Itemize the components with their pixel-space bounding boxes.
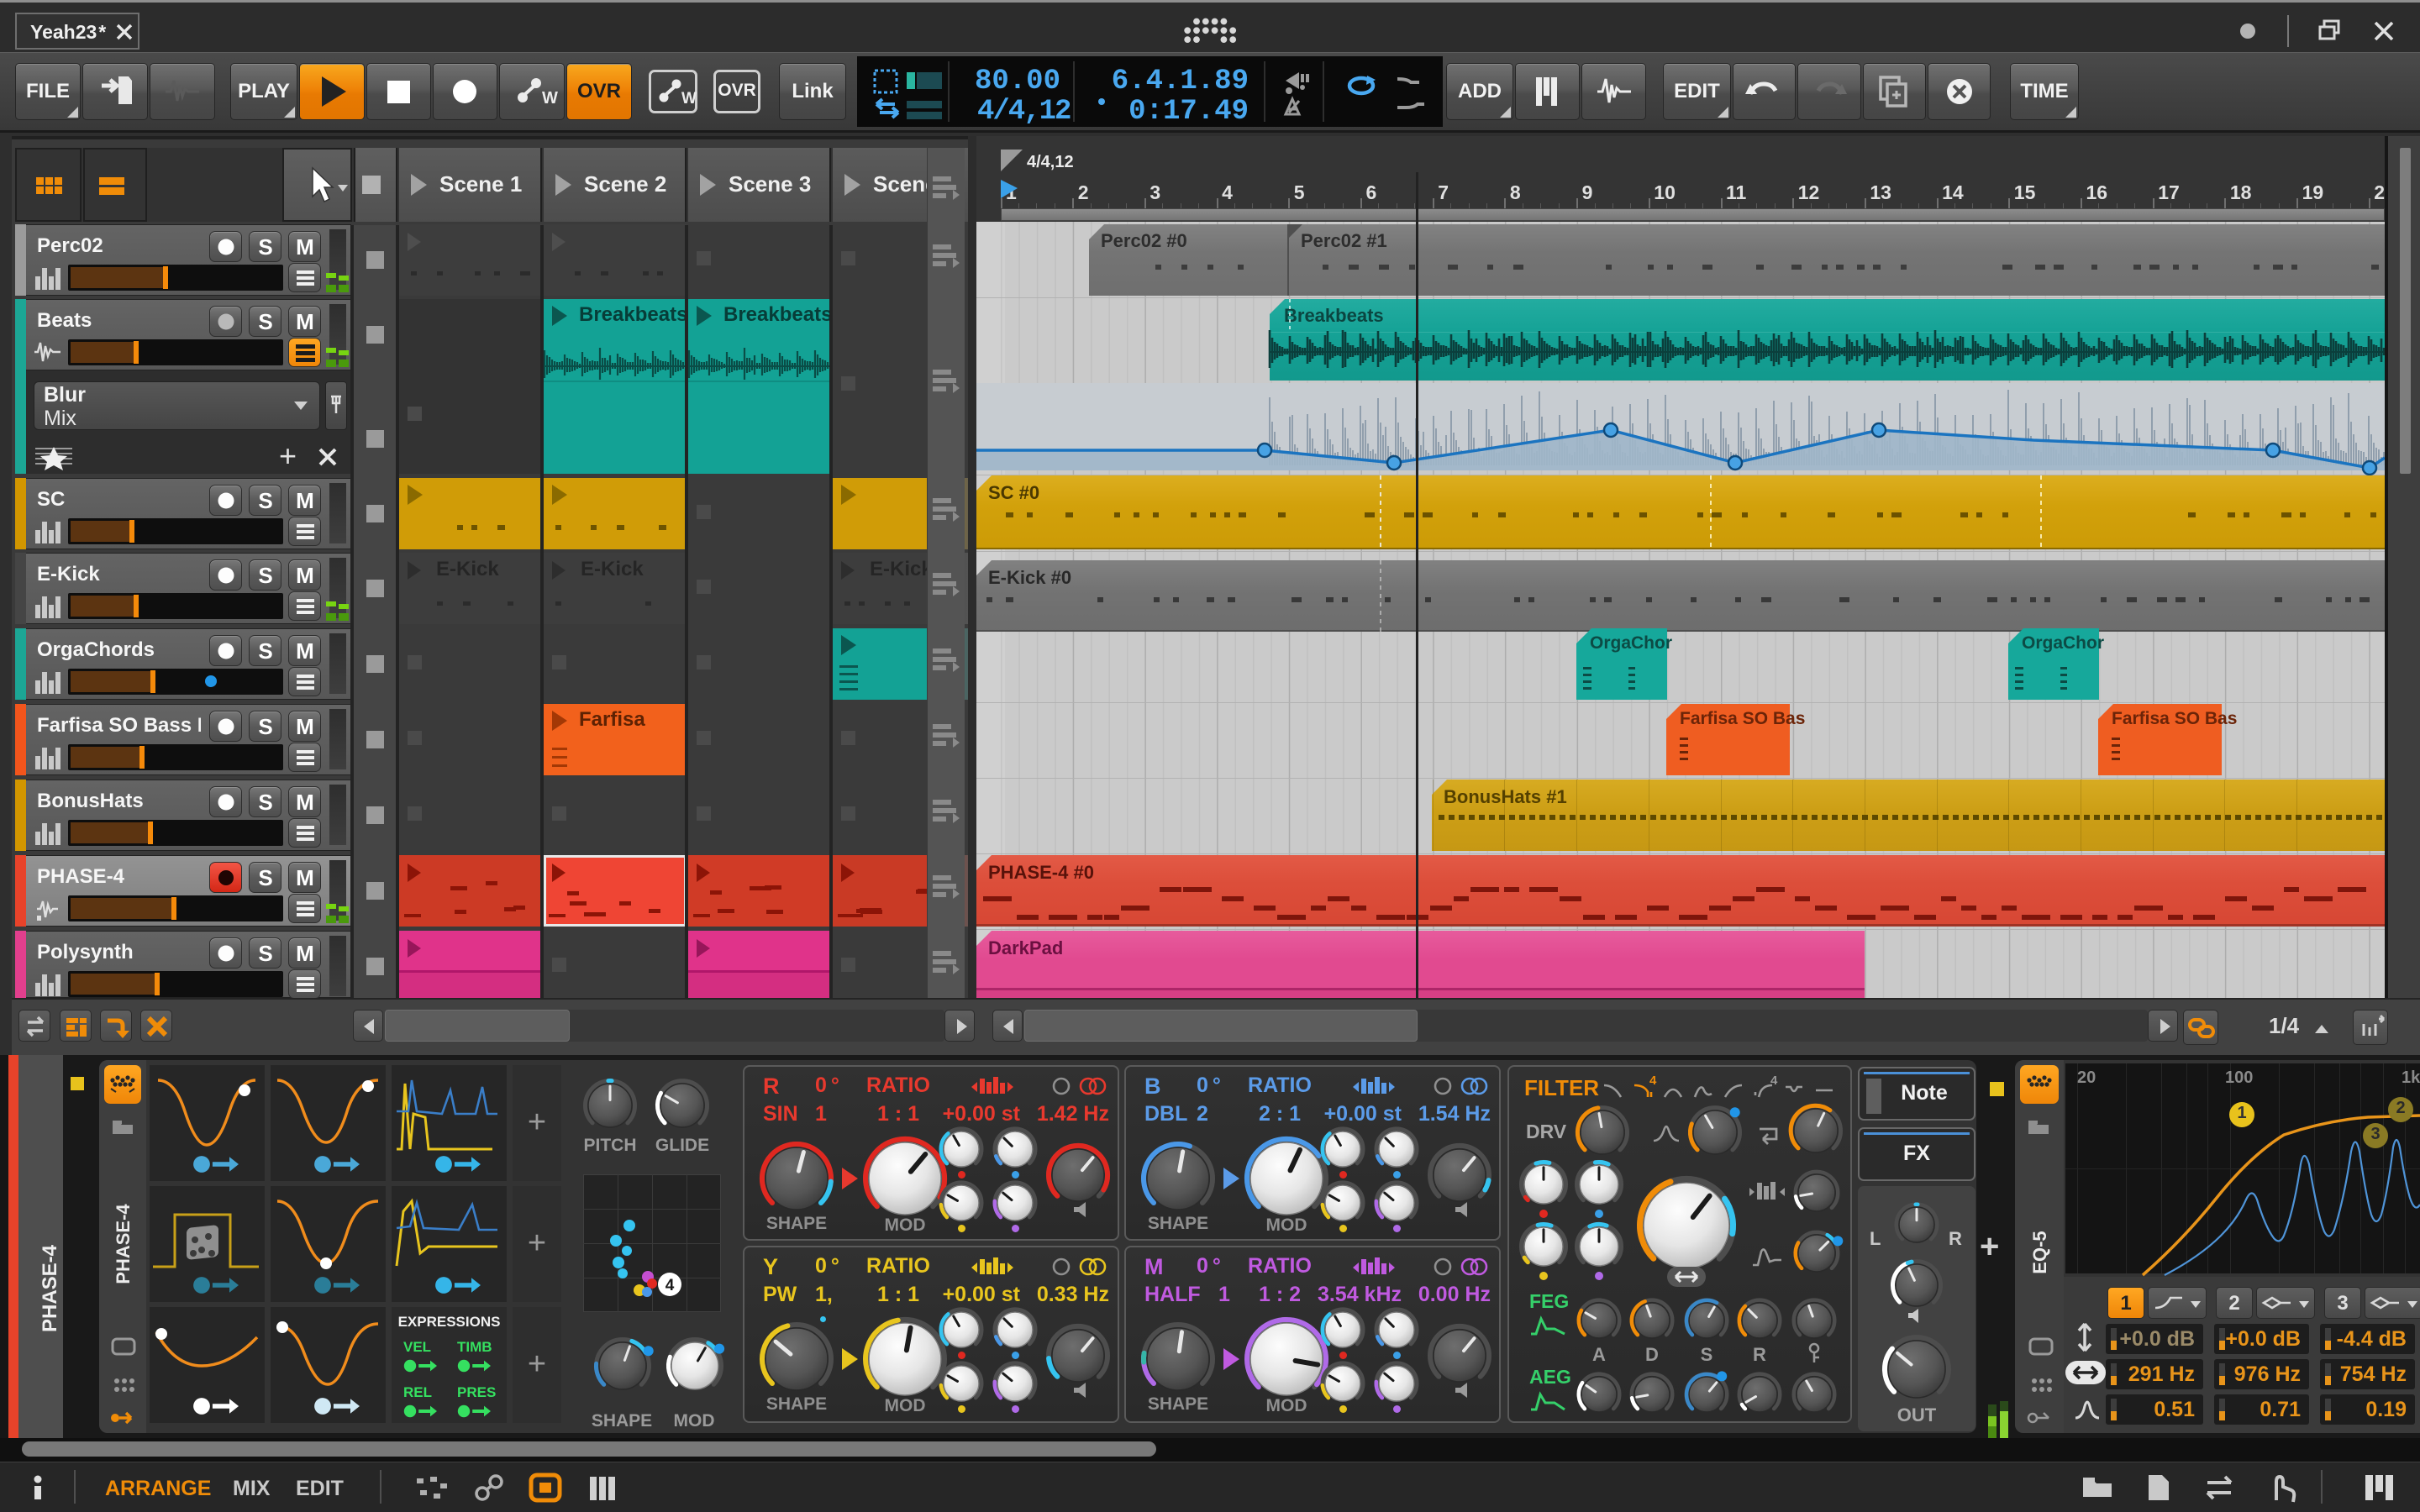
svg-text:W: W: [542, 89, 558, 108]
svg-text:M: M: [296, 488, 314, 513]
svg-text:S: S: [258, 563, 272, 588]
svg-text:M: M: [296, 563, 314, 588]
svg-text:S: S: [258, 790, 272, 815]
svg-text:4: 4: [666, 1277, 675, 1294]
svg-text:M: M: [296, 638, 314, 664]
svg-text:S: S: [258, 865, 272, 890]
svg-text:W: W: [681, 90, 697, 108]
svg-text:M: M: [296, 790, 314, 815]
svg-text:S: S: [258, 488, 272, 513]
svg-text:M: M: [296, 309, 314, 334]
svg-text:M: M: [296, 865, 314, 890]
svg-text:S: S: [258, 309, 272, 334]
svg-text:S: S: [258, 638, 272, 664]
svg-text:M: M: [296, 714, 314, 739]
svg-text:S: S: [258, 234, 272, 260]
svg-text:S: S: [258, 714, 272, 739]
svg-text:M: M: [296, 234, 314, 260]
svg-text:S: S: [258, 941, 272, 966]
svg-text:M: M: [296, 941, 314, 966]
